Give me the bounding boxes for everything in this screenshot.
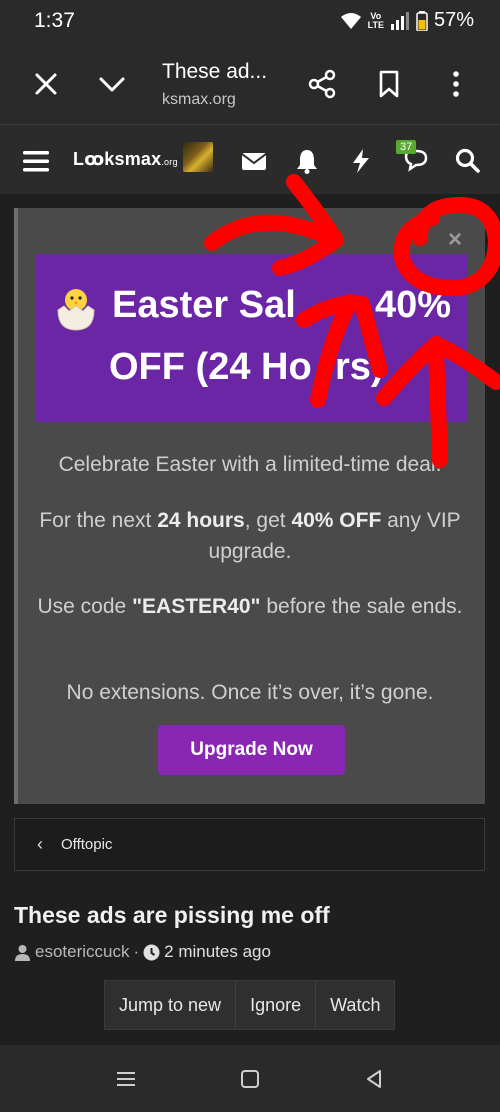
site-navbar: Lꝏksmax.org xyxy=(0,124,500,194)
user-icon xyxy=(15,944,30,961)
promo-text-2a: For the next xyxy=(39,509,158,532)
banner-headline-d: rs) xyxy=(335,346,384,388)
promo-text-3: Use code "EASTER40" before the sale ends… xyxy=(30,591,470,622)
clock-icon xyxy=(143,944,160,960)
alerts-count-badge: 37 xyxy=(396,140,417,154)
recent-apps-icon[interactable] xyxy=(114,1067,138,1091)
bookmark-icon[interactable] xyxy=(373,68,405,100)
ignore-button[interactable]: Ignore xyxy=(236,981,317,1029)
search-icon[interactable] xyxy=(454,147,482,175)
share-icon[interactable] xyxy=(306,68,338,100)
home-icon[interactable] xyxy=(238,1067,262,1091)
promo-text-2b: 24 hours xyxy=(157,509,245,532)
mail-icon[interactable] xyxy=(240,147,268,175)
promo-text-3c: before the sale ends. xyxy=(260,595,463,618)
chevron-left-icon: ‹ xyxy=(37,834,43,854)
lte-bottom: LTE xyxy=(367,19,384,30)
site-logo[interactable]: Lꝏksmax.org xyxy=(73,149,178,170)
close-icon[interactable] xyxy=(30,68,62,100)
breadcrumb[interactable]: ‹ Offtopic xyxy=(14,818,485,871)
promo-text-3a: Use code xyxy=(37,595,133,618)
page-title[interactable]: These ad... xyxy=(162,60,267,84)
user-avatar[interactable] xyxy=(183,142,213,172)
hatching-chick-icon xyxy=(57,289,95,331)
status-icons: Vo LTE 57% xyxy=(340,9,474,32)
status-bar: 1:37 Vo LTE 57% xyxy=(0,0,500,44)
thread-meta: esotericcuck · 2 minutes ago xyxy=(14,942,271,962)
meta-separator: · xyxy=(133,942,140,961)
status-time: 1:37 xyxy=(34,9,75,32)
page-url[interactable]: ​ksmax.org xyxy=(162,91,236,109)
lightning-icon[interactable] xyxy=(347,147,375,175)
thread-actions: Jump to new Ignore Watch xyxy=(104,980,396,1030)
more-icon[interactable] xyxy=(440,68,472,100)
banner-headline-c: OFF (24 Ho xyxy=(109,346,312,388)
wifi-icon xyxy=(340,12,361,29)
thread-time[interactable]: 2 minutes ago xyxy=(164,942,271,962)
menu-icon[interactable] xyxy=(22,147,50,175)
logo-text: Lꝏksmax xyxy=(73,149,162,169)
promo-text-2: For the next 24 hours, get 40% OFF any V… xyxy=(30,505,470,567)
back-icon[interactable] xyxy=(362,1067,386,1091)
thread-title: These ads are pissing me off xyxy=(14,902,330,928)
logo-suffix: .org xyxy=(161,157,178,167)
breadcrumb-offtopic[interactable]: Offtopic xyxy=(61,836,112,853)
battery-icon xyxy=(416,10,428,31)
thread-author[interactable]: esotericcuck xyxy=(35,942,129,962)
lte-indicator: Vo LTE xyxy=(367,11,384,30)
watch-button[interactable]: Watch xyxy=(316,981,395,1029)
promo-text-2d: 40% OFF xyxy=(291,509,382,532)
promo-text-4: No extensions. Once it’s over, it’s gone… xyxy=(66,681,434,704)
notice-close-button[interactable]: × xyxy=(448,226,462,254)
upgrade-now-button[interactable]: Upgrade Now xyxy=(158,725,345,775)
jump-to-new-button[interactable]: Jump to new xyxy=(105,981,237,1029)
chevron-down-icon[interactable] xyxy=(96,68,128,100)
battery-percent: 57% xyxy=(433,9,474,31)
browser-toolbar: These ad... ​ksmax.org xyxy=(0,44,500,124)
promo-text-2c: , get xyxy=(244,509,292,532)
banner-headline-b: 40% xyxy=(375,284,452,326)
banner-headline-a: Easter Sal xyxy=(112,284,296,326)
system-navigation-bar xyxy=(0,1045,500,1112)
promo-text-1: Celebrate Easter with a limited-time dea… xyxy=(58,453,442,476)
bell-icon[interactable] xyxy=(293,147,321,175)
signal-icon xyxy=(390,11,409,30)
promo-banner: Easter Sal 40% OFF (24 Ho rs) xyxy=(35,254,468,422)
promo-code: "EASTER40" xyxy=(132,595,261,618)
